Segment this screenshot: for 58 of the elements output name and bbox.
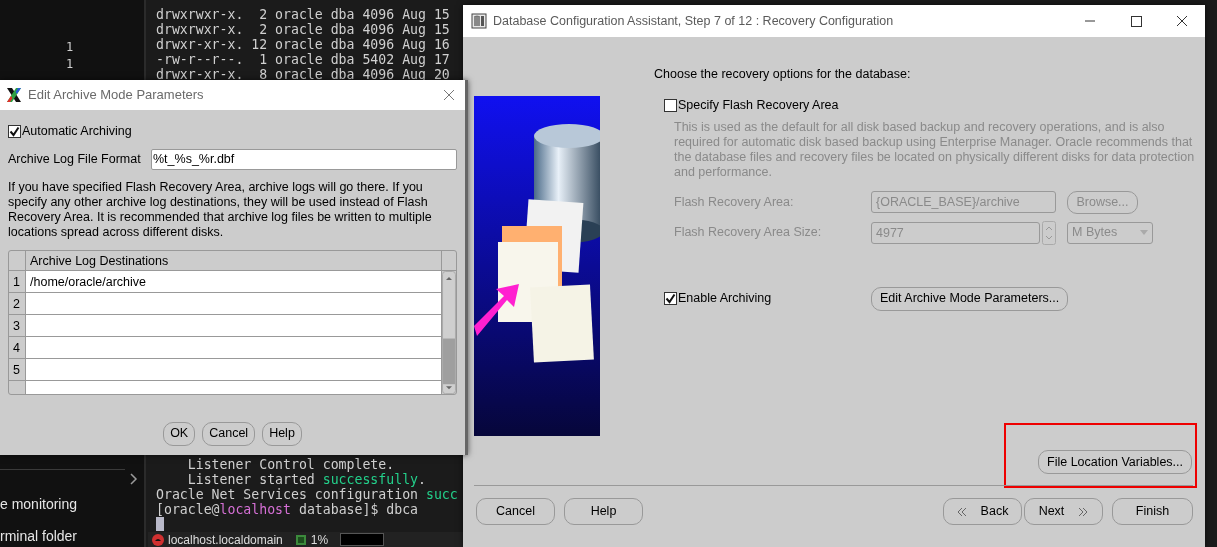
terminal-line: drwxr-xr-x. 8 oracle dba 4096 Aug 20 (156, 67, 450, 82)
input-field[interactable]: %t_%s_%r.dbf (151, 148, 457, 170)
table-cell[interactable]: /home/oracle/archive (26, 270, 441, 292)
checkbox[interactable] (664, 98, 677, 112)
wizard-button[interactable]: Back (943, 498, 1022, 525)
terminal-line: Listener Control complete. (186, 457, 395, 472)
window-title: Edit Archive Mode Parameters (28, 86, 204, 105)
sidebar-item[interactable]: e monitoring (0, 494, 78, 515)
line-number: 1 (66, 39, 74, 56)
x-logo-icon (6, 87, 22, 103)
scrollbar[interactable] (442, 270, 456, 394)
window-title: Database Configuration Assistant, Step 7 of 12 : Recovery Configuration (493, 12, 894, 30)
close-icon[interactable] (443, 89, 455, 101)
double-chevron-right-icon (1078, 506, 1089, 517)
dropdown-arrow-icon (1140, 230, 1148, 235)
sidebar-item[interactable]: rminal folder (0, 526, 78, 547)
wizard-button[interactable]: Cancel (476, 498, 555, 525)
chevron-right-icon[interactable] (130, 473, 138, 485)
edit-parameters-button[interactable]: Edit Archive Mode Parameters... (871, 286, 1069, 311)
spinner-icon[interactable] (1042, 220, 1056, 245)
terminal-line: drwxrwxr-x. 2 oracle dba 4096 Aug 15 (156, 7, 450, 22)
checkbox-label: Specify Flash Recovery Area (678, 96, 839, 114)
field-label: Flash Recovery Area: (674, 193, 795, 211)
dialog-button[interactable]: Cancel (202, 421, 256, 446)
taskbar-label: 1% (310, 532, 329, 547)
note-text: If you have specified Flash Recovery Area, archive logs will go there. If you specify any other archive log destinations, they will be used instead of Flash Recovery Area. It is recommended that archive log files be written to multiple locations spread across different disks. (8, 179, 433, 240)
field-label: Flash Recovery Area Size: (674, 224, 823, 242)
checkbox[interactable] (664, 292, 677, 305)
cpu-graph (340, 533, 385, 546)
file-location-button[interactable]: File Location Variables... (1038, 450, 1192, 474)
checkbox-label: Enable Archiving (678, 290, 772, 308)
description-text: This is used as the default for all disk based backup and recovery operations, and is also required for automatic disk based backup using Enterprise Manager. Oracle recommends that the database files and recovery files be located on physically different disks for data protection and performance. (674, 119, 1196, 180)
line-number: 1 (66, 56, 74, 73)
terminal-line: Listener started successfully. (186, 472, 426, 487)
table-cell[interactable] (26, 336, 441, 358)
dialog-button[interactable]: OK (163, 421, 196, 446)
table-cell[interactable] (26, 292, 441, 314)
checkbox[interactable] (8, 124, 21, 138)
checkbox-label: Automatic Archiving (22, 123, 132, 140)
dialog-button[interactable]: Help (262, 421, 302, 446)
taskbar-label: localhost.localdomain (168, 532, 283, 547)
cursor (156, 517, 164, 531)
terminal-line: [oracle@localhost database]$ dbca (156, 502, 419, 517)
chip-icon (294, 533, 307, 546)
terminal-line: Oracle Net Services configuration succ (156, 487, 458, 502)
hat-icon (152, 533, 164, 546)
wizard-button[interactable]: Finish (1112, 498, 1193, 525)
table-cell[interactable] (26, 314, 441, 336)
field-label: Archive Log File Format (8, 150, 142, 168)
terminal-line: drwxrwxr-x. 2 oracle dba 4096 Aug 15 (156, 22, 450, 37)
heading: Choose the recovery options for the database: (654, 66, 912, 83)
wizard-button[interactable]: Next (1024, 498, 1103, 525)
double-chevron-left-icon (956, 506, 967, 517)
app-icon (471, 13, 487, 29)
table-cell[interactable] (26, 358, 441, 380)
wizard-button[interactable]: Help (564, 498, 643, 525)
terminal-line: drwxr-xr-x. 12 oracle dba 4096 Aug 16 (156, 37, 450, 52)
terminal-line: -rw-r--r--. 1 oracle dba 5402 Aug 17 (156, 52, 450, 67)
